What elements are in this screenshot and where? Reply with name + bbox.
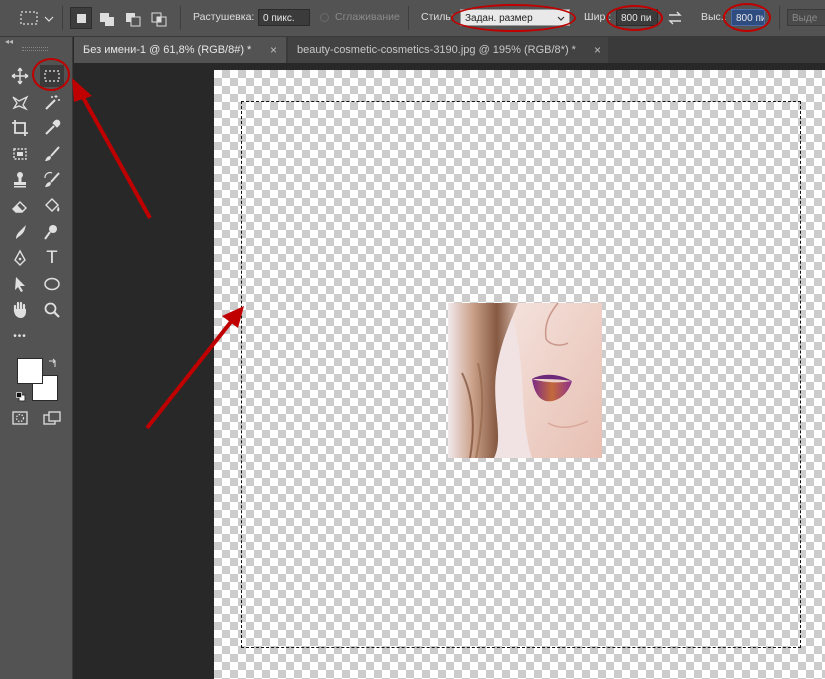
intersect-selection-icon: [151, 12, 167, 27]
add-selection-icon: [100, 13, 114, 26]
magic-wand-icon: [45, 95, 60, 110]
paint-bucket-icon: [45, 198, 60, 212]
height-highlight-circle: [723, 3, 771, 32]
screen-mode-button[interactable]: [40, 407, 64, 429]
intersect-selection-button[interactable]: [150, 7, 170, 29]
swap-colors-icon[interactable]: [48, 355, 58, 367]
crop-tool[interactable]: [8, 117, 32, 139]
type-icon: T: [46, 248, 58, 268]
pen-icon: [14, 249, 26, 266]
move-tool[interactable]: [8, 65, 32, 87]
brush-icon: [45, 146, 60, 161]
width-highlight-circle: [606, 5, 663, 31]
smudge-tool[interactable]: [8, 221, 32, 243]
eyedropper-tool[interactable]: [40, 117, 64, 139]
smudge-icon: [16, 225, 26, 239]
subtract-from-selection-button[interactable]: [124, 7, 144, 29]
panel-grip[interactable]: [22, 47, 48, 51]
hand-icon: [13, 301, 26, 318]
foreground-color-swatch[interactable]: [17, 358, 43, 384]
paint-bucket-tool[interactable]: [40, 195, 64, 217]
pen-tool[interactable]: [8, 247, 32, 269]
select-and-mask-button[interactable]: Выде: [787, 9, 825, 26]
tools-panel: ◂◂ T •••: [0, 37, 73, 679]
type-tool[interactable]: T: [40, 247, 64, 269]
new-selection-icon: [77, 14, 86, 23]
move-icon: [11, 67, 29, 85]
tab-label: beauty-cosmetic-cosmetics-3190.jpg @ 195…: [297, 44, 576, 56]
quick-mask-button[interactable]: [8, 407, 32, 429]
path-selection-tool[interactable]: [8, 273, 32, 295]
frame-icon: [13, 148, 27, 160]
tab-document-2[interactable]: beauty-cosmetic-cosmetics-3190.jpg @ 195…: [288, 37, 608, 63]
add-to-selection-button[interactable]: [98, 7, 118, 29]
tab-document-1[interactable]: Без имени-1 @ 61,8% (RGB/8#) * ×: [74, 37, 286, 63]
tab-label: Без имени-1 @ 61,8% (RGB/8#) *: [83, 44, 252, 56]
magic-wand-tool[interactable]: [40, 91, 64, 113]
clone-stamp-icon: [14, 172, 26, 188]
document-tabs: Без имени-1 @ 61,8% (RGB/8#) * × beauty-…: [74, 37, 825, 63]
eyedropper-icon: [45, 119, 61, 135]
style-highlight-circle: [451, 4, 576, 32]
hand-tool[interactable]: [8, 299, 32, 321]
feather-input[interactable]: 0 пикс.: [258, 9, 310, 26]
path-selection-icon: [15, 277, 25, 292]
lasso-tool[interactable]: [8, 91, 32, 113]
more-tools-icon: •••: [13, 330, 27, 342]
pasted-photo[interactable]: [448, 303, 602, 458]
new-selection-button[interactable]: [70, 7, 92, 29]
history-brush-tool[interactable]: [40, 169, 64, 191]
ellipse-icon: [44, 277, 60, 291]
brush-tool[interactable]: [40, 143, 64, 165]
close-icon[interactable]: ×: [594, 37, 601, 63]
dodge-tool[interactable]: [40, 221, 64, 243]
options-bar: Растушевка: 0 пикс. Сглаживание Стиль: З…: [0, 0, 825, 37]
ellipse-tool[interactable]: [40, 273, 64, 295]
feather-label: Растушевка:: [193, 11, 255, 23]
antialias-checkbox[interactable]: [320, 13, 329, 22]
panel-collapse-icon[interactable]: ◂◂: [5, 37, 13, 46]
clone-stamp-tool[interactable]: [8, 169, 32, 191]
more-tools-button[interactable]: •••: [8, 325, 32, 347]
tool-preset-picker[interactable]: [18, 9, 56, 27]
crop-icon: [12, 120, 28, 136]
swap-width-height-button[interactable]: [666, 9, 684, 27]
zoom-icon: [44, 302, 60, 318]
frame-tool[interactable]: [8, 143, 32, 165]
eraser-icon: [12, 201, 27, 213]
portrait-lips-image: [448, 303, 602, 458]
screen-mode-icon: [43, 411, 61, 425]
marquee-tool-highlight-circle: [32, 58, 70, 91]
antialias-label: Сглаживание: [335, 11, 400, 23]
subtract-selection-icon: [126, 13, 141, 27]
eraser-tool[interactable]: [8, 195, 32, 217]
close-icon[interactable]: ×: [270, 37, 277, 63]
history-brush-icon: [44, 171, 60, 187]
lasso-icon: [12, 95, 29, 111]
quick-mask-icon: [12, 411, 28, 425]
style-label: Стиль:: [421, 11, 454, 23]
swap-arrows-icon: [668, 11, 682, 25]
default-colors-icon[interactable]: [16, 389, 26, 402]
zoom-tool[interactable]: [40, 299, 64, 321]
rectangular-marquee-icon: [20, 11, 54, 25]
dodge-icon: [44, 225, 57, 240]
